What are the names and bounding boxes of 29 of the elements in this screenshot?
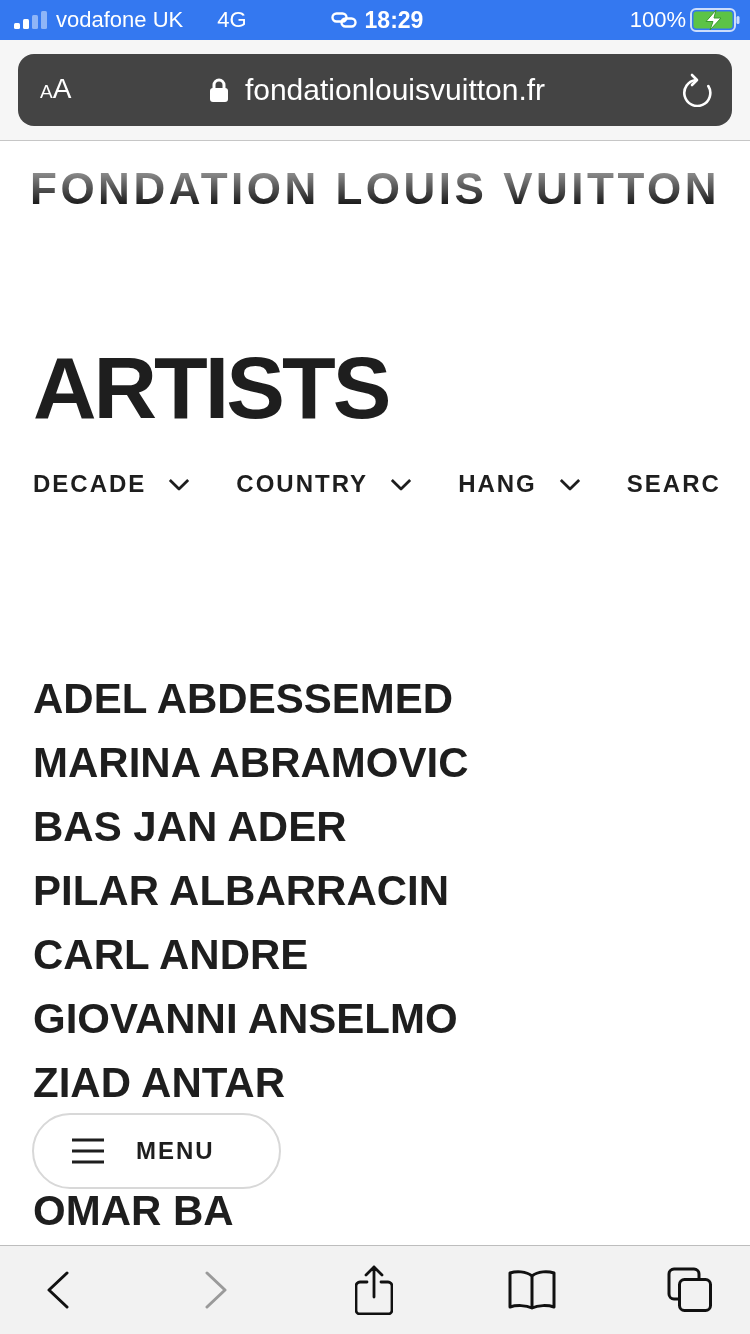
search-link[interactable]: SEARC <box>626 469 721 499</box>
network-type: 4G <box>217 7 247 33</box>
page-title: ARTISTS <box>33 344 389 432</box>
artist-link[interactable]: BAS JAN ADER <box>33 806 347 848</box>
chevron-down-icon <box>390 477 413 491</box>
address-bar[interactable]: AA fondationlouisvuitton.fr <box>18 54 732 126</box>
artist-link[interactable]: ADEL ABDESSEMED <box>33 678 454 720</box>
artist-link[interactable]: CARL ANDRE <box>33 934 309 976</box>
chevron-down-icon <box>168 477 191 491</box>
filter-dropdown[interactable]: DECADE <box>33 469 191 499</box>
reload-button[interactable] <box>680 73 714 107</box>
filter-dropdown[interactable]: HANG <box>458 469 581 499</box>
artist-link[interactable]: ZIAD ANTAR <box>33 1062 285 1104</box>
artist-link[interactable]: GIOVANNI ANSELMO <box>33 998 458 1040</box>
chevron-down-icon <box>558 477 581 491</box>
clock-time: 18:29 <box>364 7 424 33</box>
link-icon <box>330 12 357 28</box>
signal-bars-icon <box>14 11 48 29</box>
reload-icon <box>680 73 714 107</box>
text-size-button[interactable]: AA <box>40 73 72 107</box>
artist-link[interactable]: OMAR BA <box>33 1190 234 1232</box>
carrier-name: vodafone UK <box>56 7 184 33</box>
menu-icon <box>72 1138 104 1164</box>
menu-button[interactable]: MENU <box>32 1113 281 1189</box>
filter-dropdown[interactable]: COUNTRY <box>236 469 413 499</box>
artist-link[interactable]: MARINA ABRAMOVIC <box>33 742 469 784</box>
url-text: fondationlouisvuitton.fr <box>244 72 546 108</box>
artist-link[interactable]: PILAR ALBARRACIN <box>33 870 450 912</box>
battery-percentage: 100% <box>629 7 686 33</box>
